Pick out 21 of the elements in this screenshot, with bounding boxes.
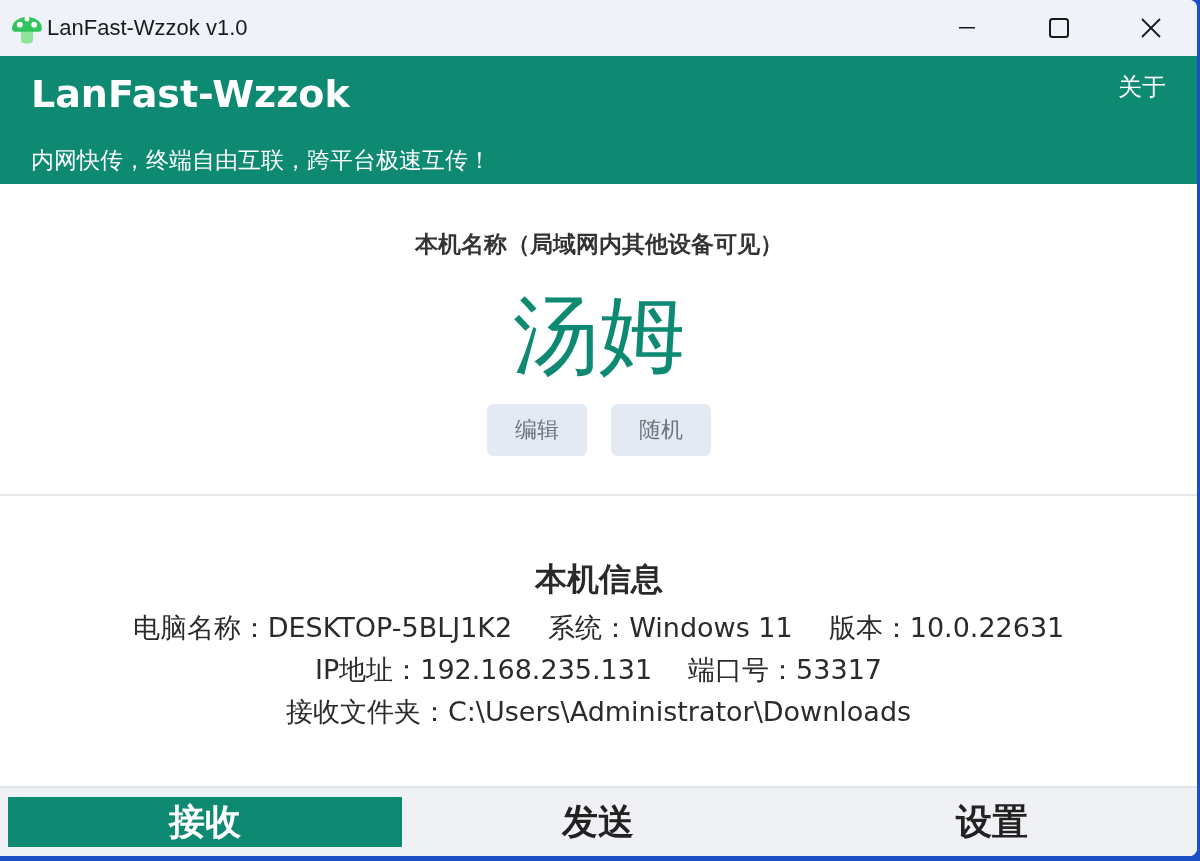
nav-tab[interactable]: 发送 xyxy=(401,797,796,847)
info-text: 系统：Windows 11 xyxy=(548,611,793,645)
random-button[interactable]: 随机 xyxy=(610,404,711,456)
info-title: 本机信息 xyxy=(534,560,663,599)
info-text: 端口号：53317 xyxy=(688,653,882,687)
app-title: LanFast-Wzzok xyxy=(31,71,350,118)
app-tagline: 内网快传，终端自由互联，跨平台极速互传！ xyxy=(31,146,491,175)
minimize-icon xyxy=(959,27,975,29)
nav-tab[interactable]: 接收 xyxy=(8,797,402,847)
close-icon xyxy=(1141,18,1161,38)
device-name: 汤姆 xyxy=(512,286,685,385)
about-link[interactable]: 关于 xyxy=(1118,70,1166,104)
nav-tab[interactable]: 设置 xyxy=(795,797,1189,847)
info-text: IP地址：192.168.235.131 xyxy=(314,653,653,687)
edit-button[interactable]: 编辑 xyxy=(486,404,587,456)
maximize-icon xyxy=(1049,18,1069,38)
device-name-label: 本机名称（局域网内其他设备可见） xyxy=(414,230,783,258)
info-text: 版本：10.0.22631 xyxy=(828,611,1065,645)
window-title: LanFast-Wzzok v1.0 xyxy=(47,15,249,41)
info-text: 电脑名称：DESKTOP-5BLJ1K2 xyxy=(132,611,513,645)
info-text: 接收文件夹：C:\Users\Administrator\Downloads xyxy=(285,695,912,729)
